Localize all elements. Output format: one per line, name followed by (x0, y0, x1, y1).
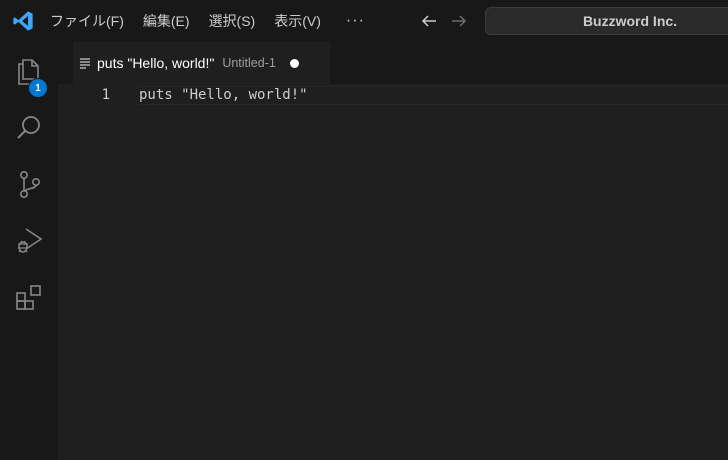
source-control-icon (20, 170, 40, 198)
menu-selection[interactable]: 選択(S) (209, 11, 256, 31)
editor-tab-bar: puts "Hello, world!" Untitled-1 (58, 42, 728, 84)
text-file-icon (80, 58, 90, 69)
menu-bar: ファイル(F) 編集(E) 選択(S) 表示(V) ··· (50, 0, 365, 42)
menu-edit[interactable]: 編集(E) (143, 11, 190, 31)
line-number: 1 (101, 87, 110, 103)
menu-file[interactable]: ファイル(F) (50, 11, 124, 31)
run-debug-icon (18, 228, 43, 253)
extensions-icon (16, 285, 41, 310)
code-editor[interactable]: 1 puts "Hello, world!" (58, 84, 728, 460)
tab-untitled-1[interactable]: puts "Hello, world!" Untitled-1 (73, 42, 330, 84)
go-forward-button[interactable] (448, 10, 470, 32)
arrow-left-icon (421, 15, 436, 27)
navigation-controls (418, 0, 478, 42)
run-debug-button[interactable] (0, 216, 58, 264)
activity-bar: 1 (0, 42, 58, 460)
explorer-badge: 1 (28, 78, 48, 98)
title-bar: ファイル(F) 編集(E) 選択(S) 表示(V) ··· Buzzword I… (0, 0, 728, 42)
search-icon (17, 116, 40, 139)
menu-view[interactable]: 表示(V) (274, 11, 321, 31)
vscode-logo-icon[interactable] (12, 10, 34, 32)
arrow-right-icon (452, 15, 467, 27)
code-line[interactable]: puts "Hello, world!" (139, 87, 308, 103)
source-control-button[interactable] (0, 160, 58, 208)
explorer-button[interactable]: 1 (0, 48, 58, 98)
unsaved-dot-icon[interactable] (289, 58, 299, 68)
command-center-search[interactable]: Buzzword Inc. (485, 7, 728, 35)
extensions-button[interactable] (0, 274, 58, 322)
menu-more-button[interactable]: ··· (346, 12, 365, 30)
tab-description: Untitled-1 (222, 56, 276, 70)
tab-title: puts "Hello, world!" (97, 55, 215, 71)
go-back-button[interactable] (418, 10, 440, 32)
search-label: Buzzword Inc. (582, 13, 678, 29)
search-button[interactable] (0, 104, 58, 152)
